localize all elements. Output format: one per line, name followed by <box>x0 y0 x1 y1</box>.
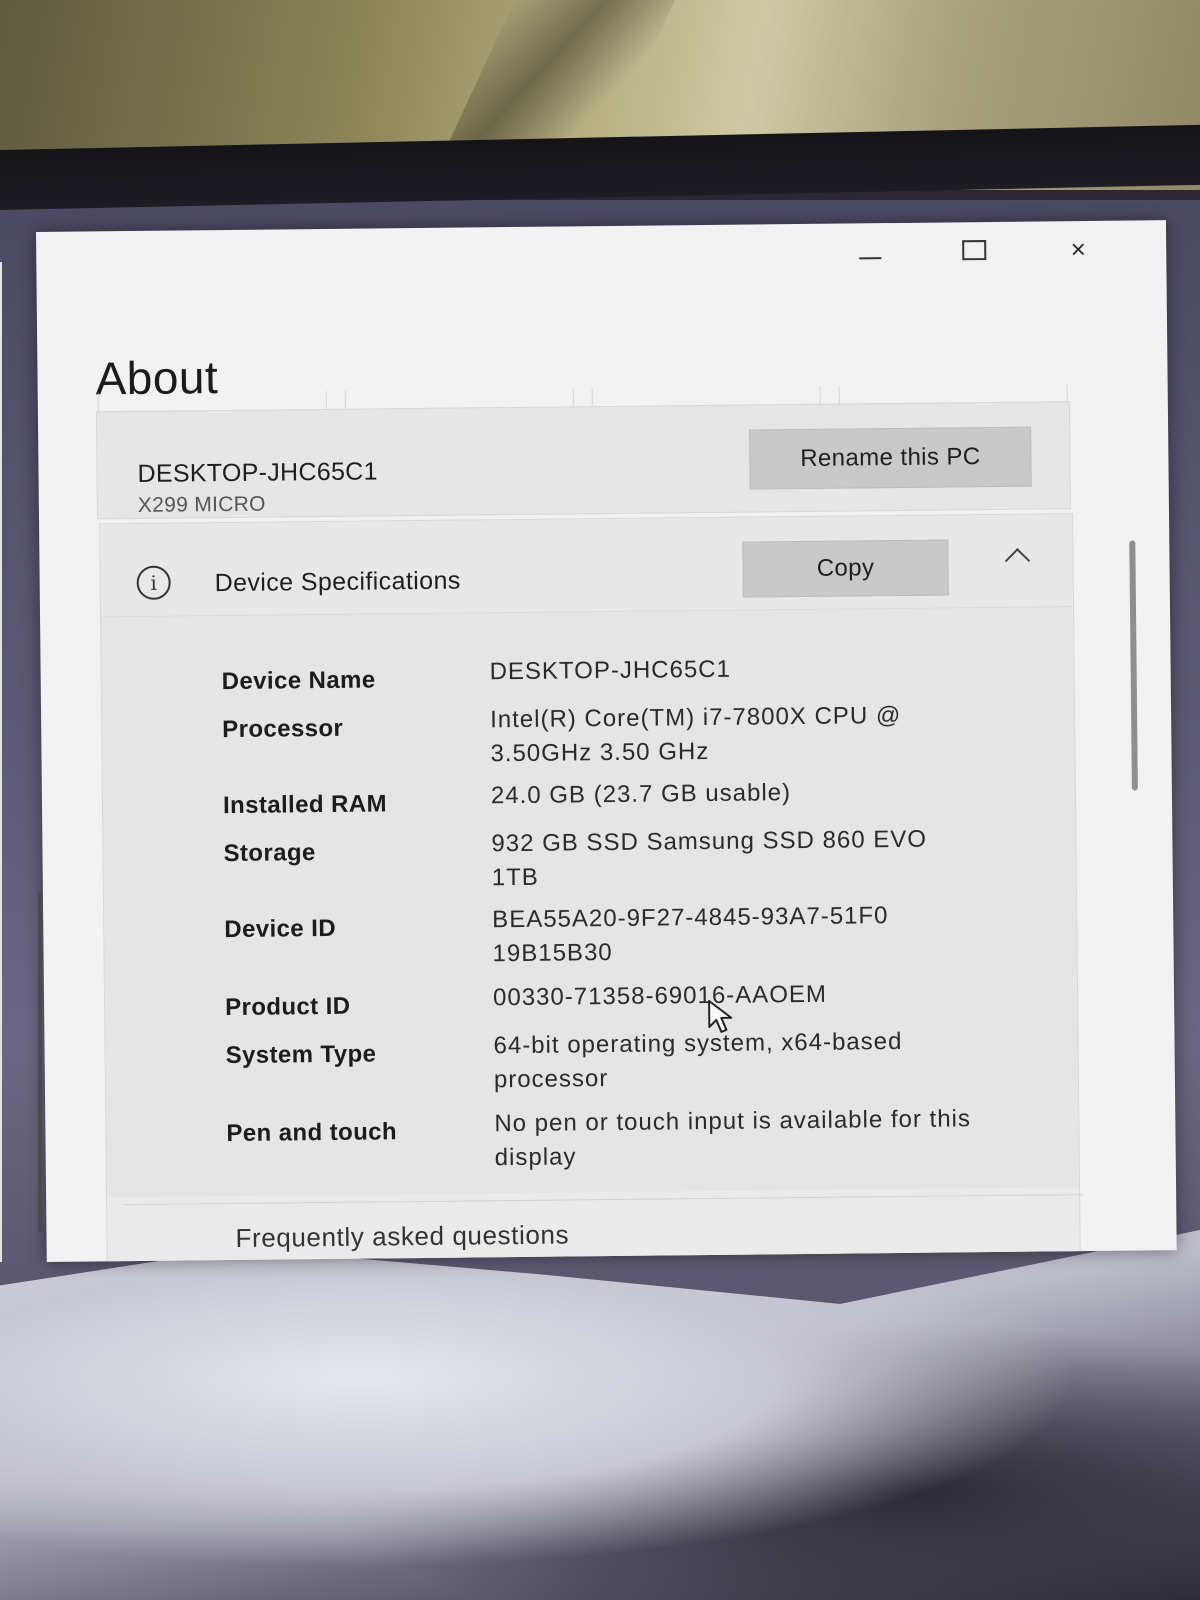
spec-row-device-id: Device ID BEA55A20-9F27-4845-93A7-51F0 1… <box>224 902 1024 967</box>
spec-label: Pen and touch <box>226 1118 398 1148</box>
spec-value[interactable]: DESKTOP-JHC65C1 <box>489 650 969 689</box>
spec-row-processor: Processor Intel(R) Core(TM) i7-7800X CPU… <box>222 702 1022 767</box>
device-specifications-title: Device Specifications <box>214 566 461 598</box>
mouse-cursor-icon <box>708 999 733 1033</box>
collapse-button[interactable] <box>1002 541 1032 574</box>
copy-button[interactable]: Copy <box>742 539 949 598</box>
spec-label: Storage <box>223 839 316 868</box>
spec-label: Installed RAM <box>222 790 388 820</box>
spec-label: Processor <box>222 714 344 744</box>
maximize-icon <box>962 240 987 261</box>
pc-model: X299 MICRO <box>137 492 266 517</box>
settings-nav-pane-edge <box>0 262 2 1262</box>
window-controls: × <box>852 231 1096 270</box>
spec-value[interactable]: BEA55A20-9F27-4845-93A7-51F0 19B15B30 <box>492 898 973 971</box>
wallpaper-mountain <box>0 1230 1200 1600</box>
spec-label: System Type <box>225 1040 377 1070</box>
minimize-icon <box>859 257 882 260</box>
maximize-button[interactable] <box>956 232 992 268</box>
spec-value[interactable]: 932 GB SSD Samsung SSD 860 EVO 1TB <box>491 822 972 895</box>
device-specifications-header[interactable]: i Device Specifications Copy <box>100 514 1073 618</box>
spec-row-pen-and-touch: Pen and touch No pen or touch input is a… <box>226 1105 1026 1171</box>
spec-label: Device Name <box>221 666 376 696</box>
faq-link[interactable]: Frequently asked questions <box>235 1219 569 1253</box>
rename-pc-button[interactable]: Rename this PC <box>749 426 1032 490</box>
spec-value[interactable]: 24.0 GB (23.7 GB usable) <box>491 774 971 813</box>
pc-name-card: DESKTOP-JHC65C1 X299 MICRO Rename this P… <box>95 401 1071 520</box>
spec-row-storage: Storage 932 GB SSD Samsung SSD 860 EVO 1… <box>223 826 1023 892</box>
minimize-button[interactable] <box>852 233 888 269</box>
spec-row-device-name: Device Name DESKTOP-JHC65C1 <box>222 656 1022 695</box>
spec-label: Device ID <box>224 914 337 944</box>
spec-value[interactable]: Intel(R) Core(TM) i7-7800X CPU @ 3.50GHz… <box>490 698 971 771</box>
device-specifications-card: i Device Specifications Copy Device Name… <box>99 513 1084 1262</box>
scrollbar-thumb[interactable] <box>1129 540 1138 791</box>
close-icon: × <box>1070 233 1086 264</box>
close-button[interactable]: × <box>1060 231 1096 267</box>
settings-window: × About DESKTOP-JHC65C1 X299 MICRO Renam… <box>36 220 1177 1262</box>
device-specifications-body: Device Name DESKTOP-JHC65C1 Processor In… <box>101 607 1080 1198</box>
section-divider <box>123 1194 1084 1206</box>
spec-label: Product ID <box>224 992 351 1022</box>
spec-value[interactable]: 64-bit operating system, x64-based proce… <box>493 1024 974 1097</box>
spec-row-system-type: System Type 64-bit operating system, x64… <box>225 1028 1025 1093</box>
spec-row-product-id: Product ID 00330-71358-69016-AAOEM <box>225 981 1025 1021</box>
pc-name: DESKTOP-JHC65C1 <box>137 457 378 488</box>
spec-value[interactable]: No pen or touch input is available for t… <box>494 1102 975 1175</box>
chevron-up-icon <box>1004 548 1031 574</box>
spec-row-installed-ram: Installed RAM 24.0 GB (23.7 GB usable) <box>223 779 1023 819</box>
info-icon: i <box>136 565 171 600</box>
nav-pane-scrollbar[interactable] <box>38 892 42 1232</box>
